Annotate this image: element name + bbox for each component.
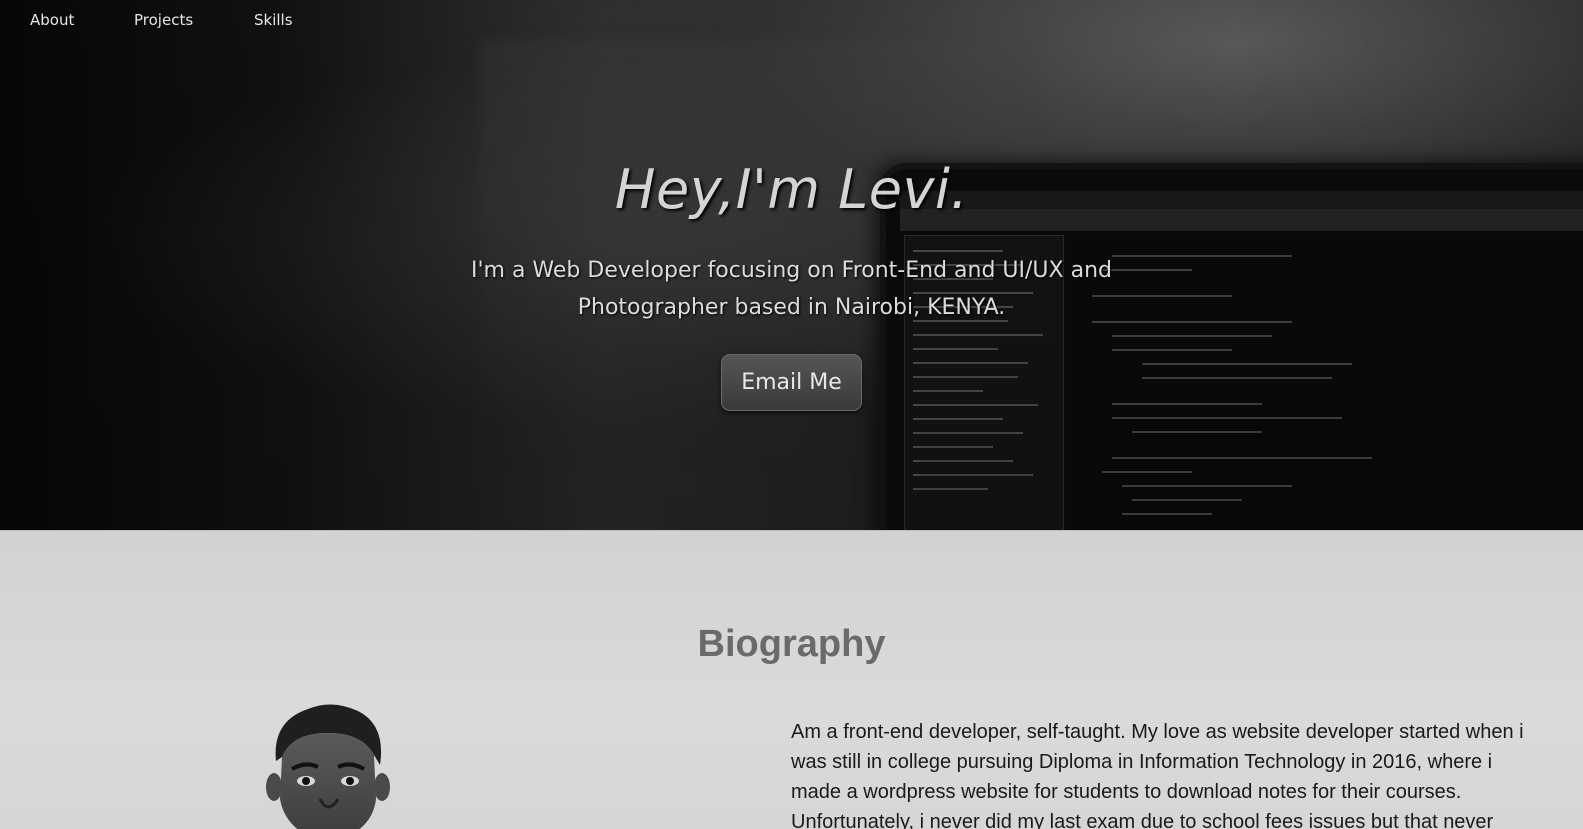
hero-section: About Projects Skills Hey,I'm Levi. I'm …: [0, 0, 1583, 530]
nav-item-skills[interactable]: Skills: [254, 11, 293, 29]
hero-subtitle-line-1: I'm a Web Developer focusing on Front-En…: [471, 258, 1112, 283]
hero-subtitle-line-2: Photographer based in Nairobi, KENYA.: [577, 295, 1006, 320]
nav-item-projects[interactable]: Projects: [134, 11, 193, 29]
hero-subtitle: I'm a Web Developer focusing on Front-En…: [0, 252, 1583, 326]
biography-section: Biography Am a front-end developer, self…: [0, 530, 1583, 829]
biography-text: Am a front-end developer, self-taught. M…: [791, 721, 1524, 829]
biography-heading: Biography: [697, 623, 886, 665]
hero-title: Hey,I'm Levi.: [614, 158, 969, 221]
profile-photo: [266, 704, 390, 829]
nav-item-about[interactable]: About: [30, 11, 74, 29]
email-me-button[interactable]: Email Me: [721, 354, 862, 411]
